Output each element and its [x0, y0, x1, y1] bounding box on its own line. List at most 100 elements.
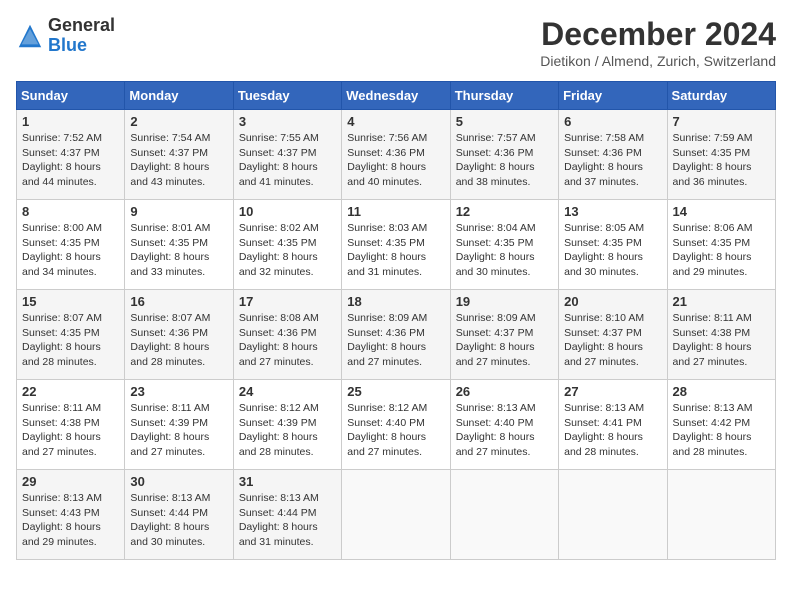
- calendar-cell: 26 Sunrise: 8:13 AMSunset: 4:40 PMDayligh…: [450, 380, 558, 470]
- day-info: Sunrise: 8:03 AMSunset: 4:35 PMDaylight:…: [347, 221, 444, 280]
- day-header-monday: Monday: [125, 82, 233, 110]
- day-number: 15: [22, 294, 119, 309]
- calendar-table: SundayMondayTuesdayWednesdayThursdayFrid…: [16, 81, 776, 560]
- day-number: 8: [22, 204, 119, 219]
- day-header-thursday: Thursday: [450, 82, 558, 110]
- day-info: Sunrise: 8:09 AMSunset: 4:36 PMDaylight:…: [347, 311, 444, 370]
- day-number: 29: [22, 474, 119, 489]
- day-info: Sunrise: 8:07 AMSunset: 4:36 PMDaylight:…: [130, 311, 227, 370]
- day-info: Sunrise: 8:13 AMSunset: 4:44 PMDaylight:…: [130, 491, 227, 550]
- day-info: Sunrise: 8:12 AMSunset: 4:39 PMDaylight:…: [239, 401, 336, 460]
- logo: General Blue: [16, 16, 115, 56]
- calendar-cell: 19 Sunrise: 8:09 AMSunset: 4:37 PMDayligh…: [450, 290, 558, 380]
- day-info: Sunrise: 7:52 AMSunset: 4:37 PMDaylight:…: [22, 131, 119, 190]
- calendar-cell: 25 Sunrise: 8:12 AMSunset: 4:40 PMDayligh…: [342, 380, 450, 470]
- calendar-cell: 5 Sunrise: 7:57 AMSunset: 4:36 PMDaylight…: [450, 110, 558, 200]
- day-number: 31: [239, 474, 336, 489]
- day-number: 16: [130, 294, 227, 309]
- calendar-cell: 16 Sunrise: 8:07 AMSunset: 4:36 PMDayligh…: [125, 290, 233, 380]
- day-number: 23: [130, 384, 227, 399]
- calendar-cell: 11 Sunrise: 8:03 AMSunset: 4:35 PMDayligh…: [342, 200, 450, 290]
- calendar-cell: [450, 470, 558, 560]
- calendar-cell: 14 Sunrise: 8:06 AMSunset: 4:35 PMDayligh…: [667, 200, 775, 290]
- logo-text: General Blue: [48, 16, 115, 56]
- day-info: Sunrise: 8:13 AMSunset: 4:40 PMDaylight:…: [456, 401, 553, 460]
- day-info: Sunrise: 8:13 AMSunset: 4:43 PMDaylight:…: [22, 491, 119, 550]
- day-number: 10: [239, 204, 336, 219]
- day-info: Sunrise: 7:57 AMSunset: 4:36 PMDaylight:…: [456, 131, 553, 190]
- day-info: Sunrise: 8:02 AMSunset: 4:35 PMDaylight:…: [239, 221, 336, 280]
- day-info: Sunrise: 8:11 AMSunset: 4:39 PMDaylight:…: [130, 401, 227, 460]
- day-number: 21: [673, 294, 770, 309]
- day-number: 25: [347, 384, 444, 399]
- day-info: Sunrise: 7:58 AMSunset: 4:36 PMDaylight:…: [564, 131, 661, 190]
- day-info: Sunrise: 8:06 AMSunset: 4:35 PMDaylight:…: [673, 221, 770, 280]
- calendar-week-row: 15 Sunrise: 8:07 AMSunset: 4:35 PMDayligh…: [17, 290, 776, 380]
- calendar-cell: 2 Sunrise: 7:54 AMSunset: 4:37 PMDaylight…: [125, 110, 233, 200]
- calendar-week-row: 29 Sunrise: 8:13 AMSunset: 4:43 PMDayligh…: [17, 470, 776, 560]
- day-number: 1: [22, 114, 119, 129]
- day-info: Sunrise: 8:05 AMSunset: 4:35 PMDaylight:…: [564, 221, 661, 280]
- calendar-cell: 9Sunrise: 8:01 AMSunset: 4:35 PMDaylight…: [125, 200, 233, 290]
- calendar-cell: 15 Sunrise: 8:07 AMSunset: 4:35 PMDayligh…: [17, 290, 125, 380]
- page-header: General Blue December 2024 Dietikon / Al…: [16, 16, 776, 69]
- day-info: Sunrise: 8:12 AMSunset: 4:40 PMDaylight:…: [347, 401, 444, 460]
- calendar-week-row: 8Sunrise: 8:00 AMSunset: 4:35 PMDaylight…: [17, 200, 776, 290]
- calendar-week-row: 1 Sunrise: 7:52 AMSunset: 4:37 PMDaylight…: [17, 110, 776, 200]
- day-info: Sunrise: 7:55 AMSunset: 4:37 PMDaylight:…: [239, 131, 336, 190]
- logo-blue-text: Blue: [48, 36, 115, 56]
- day-number: 2: [130, 114, 227, 129]
- day-number: 17: [239, 294, 336, 309]
- day-info: Sunrise: 8:09 AMSunset: 4:37 PMDaylight:…: [456, 311, 553, 370]
- calendar-cell: 17 Sunrise: 8:08 AMSunset: 4:36 PMDayligh…: [233, 290, 341, 380]
- logo-general-text: General: [48, 16, 115, 36]
- day-info: Sunrise: 8:04 AMSunset: 4:35 PMDaylight:…: [456, 221, 553, 280]
- calendar-header-row: SundayMondayTuesdayWednesdayThursdayFrid…: [17, 82, 776, 110]
- calendar-cell: 30 Sunrise: 8:13 AMSunset: 4:44 PMDayligh…: [125, 470, 233, 560]
- day-header-sunday: Sunday: [17, 82, 125, 110]
- calendar-cell: 3 Sunrise: 7:55 AMSunset: 4:37 PMDaylight…: [233, 110, 341, 200]
- calendar-cell: 10 Sunrise: 8:02 AMSunset: 4:35 PMDayligh…: [233, 200, 341, 290]
- day-info: Sunrise: 8:08 AMSunset: 4:36 PMDaylight:…: [239, 311, 336, 370]
- day-number: 11: [347, 204, 444, 219]
- day-info: Sunrise: 7:54 AMSunset: 4:37 PMDaylight:…: [130, 131, 227, 190]
- calendar-cell: 29 Sunrise: 8:13 AMSunset: 4:43 PMDayligh…: [17, 470, 125, 560]
- day-number: 13: [564, 204, 661, 219]
- day-number: 12: [456, 204, 553, 219]
- logo-icon: [16, 22, 44, 50]
- day-header-wednesday: Wednesday: [342, 82, 450, 110]
- day-number: 28: [673, 384, 770, 399]
- day-number: 14: [673, 204, 770, 219]
- day-info: Sunrise: 8:07 AMSunset: 4:35 PMDaylight:…: [22, 311, 119, 370]
- calendar-cell: 13 Sunrise: 8:05 AMSunset: 4:35 PMDayligh…: [559, 200, 667, 290]
- day-header-saturday: Saturday: [667, 82, 775, 110]
- day-number: 3: [239, 114, 336, 129]
- calendar-cell: 1 Sunrise: 7:52 AMSunset: 4:37 PMDaylight…: [17, 110, 125, 200]
- day-number: 27: [564, 384, 661, 399]
- day-number: 18: [347, 294, 444, 309]
- calendar-cell: 23 Sunrise: 8:11 AMSunset: 4:39 PMDayligh…: [125, 380, 233, 470]
- day-info: Sunrise: 8:13 AMSunset: 4:41 PMDaylight:…: [564, 401, 661, 460]
- day-number: 22: [22, 384, 119, 399]
- day-number: 26: [456, 384, 553, 399]
- calendar-cell: 6Sunrise: 7:58 AMSunset: 4:36 PMDaylight…: [559, 110, 667, 200]
- calendar-cell: 4Sunrise: 7:56 AMSunset: 4:36 PMDaylight…: [342, 110, 450, 200]
- calendar-cell: 31 Sunrise: 8:13 AMSunset: 4:44 PMDayligh…: [233, 470, 341, 560]
- day-number: 4: [347, 114, 444, 129]
- day-number: 5: [456, 114, 553, 129]
- day-info: Sunrise: 8:13 AMSunset: 4:42 PMDaylight:…: [673, 401, 770, 460]
- day-number: 19: [456, 294, 553, 309]
- calendar-cell: 20 Sunrise: 8:10 AMSunset: 4:37 PMDayligh…: [559, 290, 667, 380]
- calendar-cell: 24Sunrise: 8:12 AMSunset: 4:39 PMDayligh…: [233, 380, 341, 470]
- month-title: December 2024: [540, 16, 776, 53]
- location-text: Dietikon / Almend, Zurich, Switzerland: [540, 53, 776, 69]
- calendar-week-row: 22 Sunrise: 8:11 AMSunset: 4:38 PMDayligh…: [17, 380, 776, 470]
- day-info: Sunrise: 8:01 AMSunset: 4:35 PMDaylight:…: [130, 221, 227, 280]
- day-number: 30: [130, 474, 227, 489]
- day-number: 20: [564, 294, 661, 309]
- day-info: Sunrise: 8:10 AMSunset: 4:37 PMDaylight:…: [564, 311, 661, 370]
- calendar-cell: [559, 470, 667, 560]
- day-info: Sunrise: 8:13 AMSunset: 4:44 PMDaylight:…: [239, 491, 336, 550]
- calendar-cell: 27 Sunrise: 8:13 AMSunset: 4:41 PMDayligh…: [559, 380, 667, 470]
- day-info: Sunrise: 8:11 AMSunset: 4:38 PMDaylight:…: [22, 401, 119, 460]
